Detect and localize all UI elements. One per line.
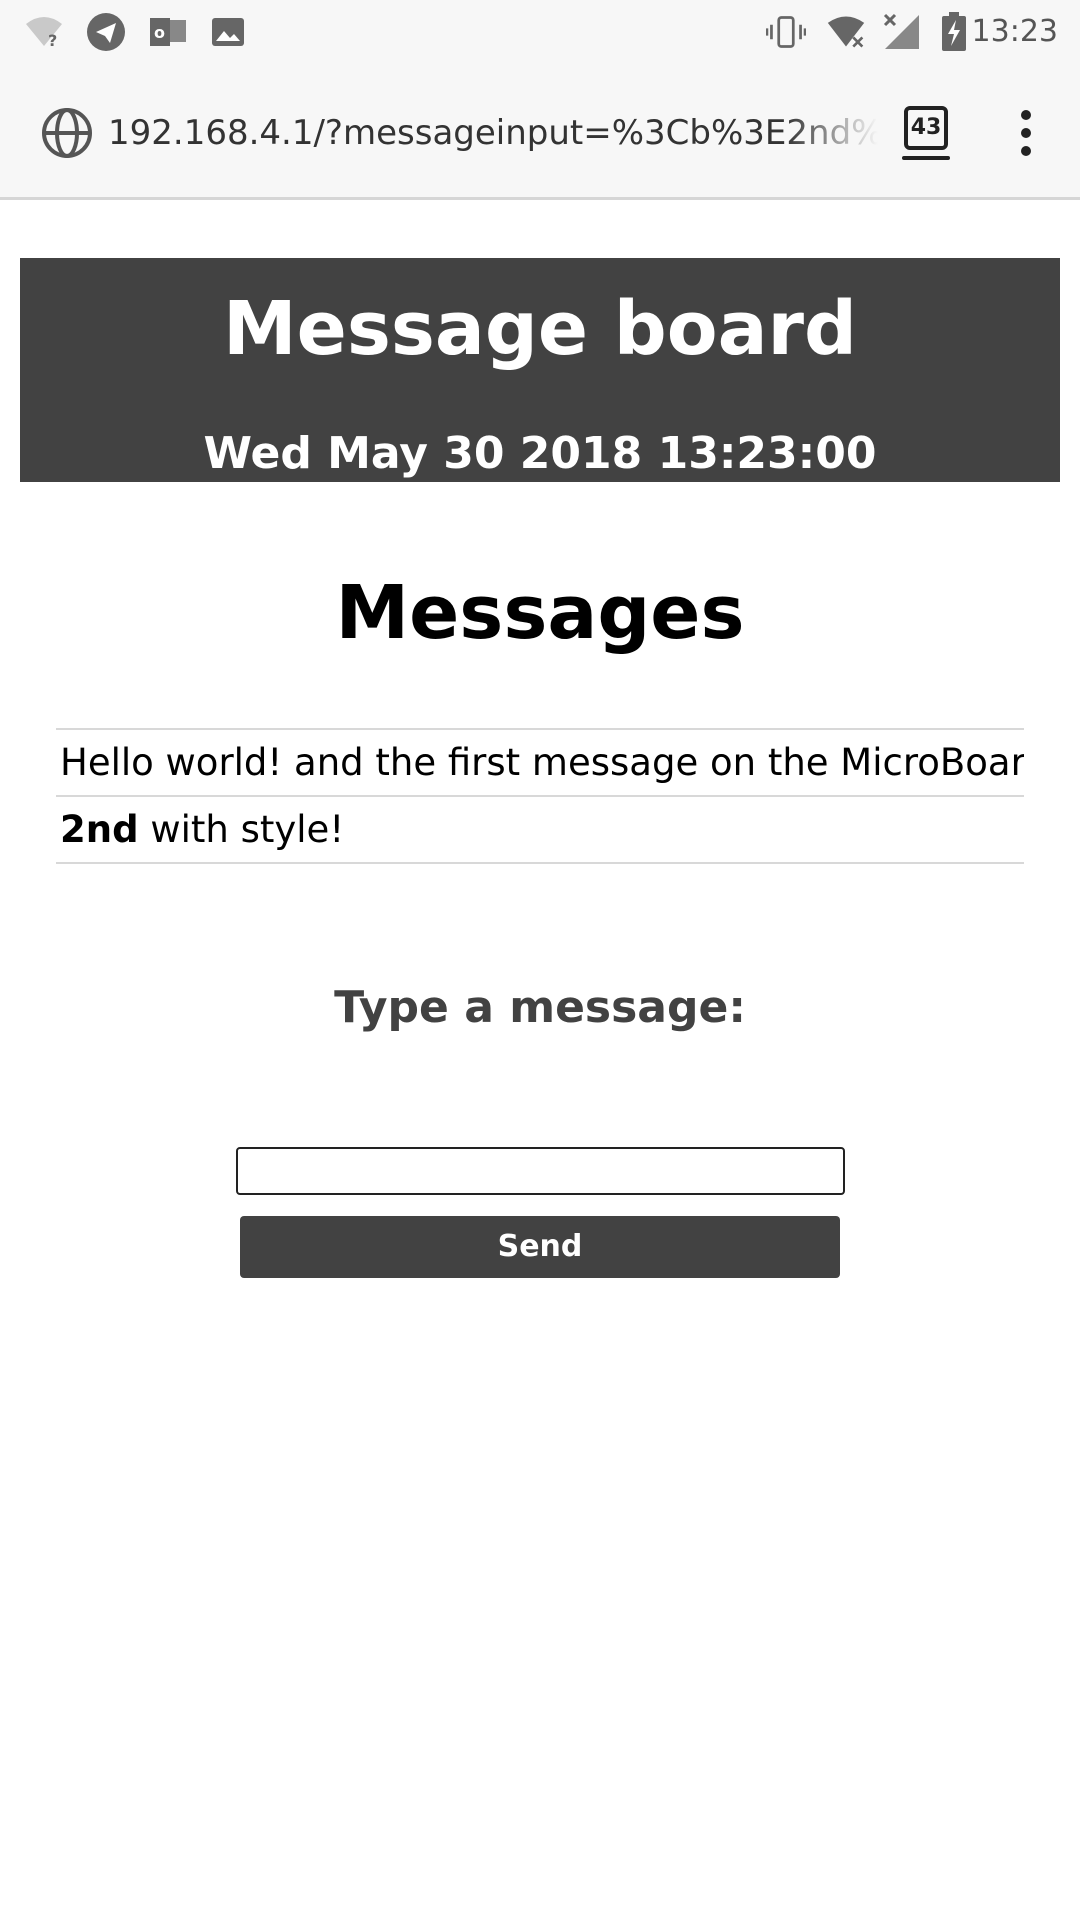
browser-toolbar: 192.168.4.1/?messageinput=%3Cb%3E2nd%3C%… (0, 62, 1080, 200)
messages-heading: Messages (335, 570, 745, 656)
url-field[interactable]: 192.168.4.1/?messageinput=%3Cb%3E2nd%3C%… (108, 108, 878, 158)
page-title: Message board (223, 286, 857, 372)
svg-text:o: o (154, 23, 165, 42)
message-form-label: Type a message: (334, 982, 746, 1033)
overflow-menu-icon[interactable] (1016, 110, 1036, 164)
message-list: Hello world! and the first message on th… (56, 728, 1024, 864)
signal-x-icon (882, 12, 922, 52)
page-date: Wed May 30 2018 13:23:00 (203, 428, 877, 479)
message-bold-text: 2nd (60, 808, 139, 851)
message-text: Hello world! and the first message on th… (60, 741, 1024, 784)
tab-switcher-underline (902, 156, 950, 160)
telegram-icon (86, 12, 126, 52)
wifi-x-icon (826, 12, 866, 52)
wifi-question-icon: ? (24, 12, 64, 52)
header-banner: Message board Wed May 30 2018 13:23:00 (20, 258, 1060, 482)
send-button[interactable]: Send (240, 1216, 840, 1278)
battery-charging-icon (934, 12, 974, 52)
outlook-icon: o (148, 12, 188, 52)
list-item: Hello world! and the first message on th… (56, 730, 1024, 797)
image-icon (208, 12, 248, 52)
list-item: 2nd with style! (56, 797, 1024, 864)
svg-text:?: ? (48, 31, 57, 50)
status-bar: ? o 13:23 (0, 0, 1080, 62)
tab-switcher-button[interactable]: 43 (904, 106, 948, 150)
status-time: 13:23 (971, 14, 1058, 49)
globe-icon[interactable] (40, 106, 94, 160)
vibrate-icon (766, 12, 806, 52)
message-text: with style! (138, 808, 345, 851)
message-input[interactable] (236, 1147, 845, 1195)
